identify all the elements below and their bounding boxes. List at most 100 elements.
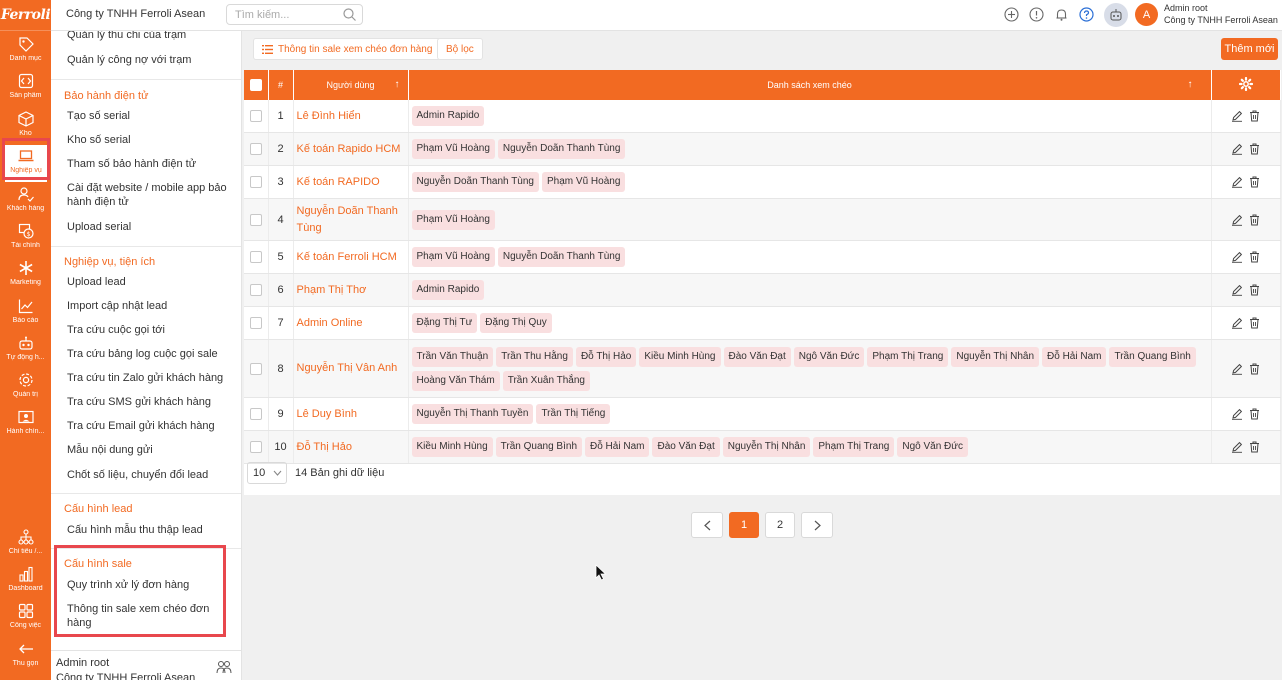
sidebar-item[interactable]: Upload lead bbox=[67, 275, 233, 289]
trash-icon[interactable] bbox=[1249, 284, 1260, 296]
list-header[interactable]: Danh sách xem chéo ↑ bbox=[408, 70, 1212, 100]
info-circle-icon[interactable] bbox=[1029, 7, 1044, 22]
row-user-name[interactable]: Nguyễn Thị Vân Anh bbox=[293, 339, 409, 398]
gear-icon[interactable] bbox=[1238, 76, 1253, 92]
add-new-button[interactable]: Thêm mới bbox=[1221, 38, 1278, 60]
row-checkbox[interactable] bbox=[249, 251, 262, 263]
brand-logo[interactable]: Ferroli bbox=[0, 0, 51, 31]
row-user-name[interactable]: Kế toán Rapido HCM bbox=[293, 132, 409, 166]
edit-icon[interactable] bbox=[1231, 214, 1243, 226]
assistant-robot-icon[interactable] bbox=[1104, 3, 1128, 27]
tab-cross-sale[interactable]: Thông tin sale xem chéo đơn hàng bbox=[253, 38, 442, 60]
edit-icon[interactable] bbox=[1231, 251, 1243, 263]
edit-icon[interactable] bbox=[1231, 317, 1243, 329]
sidebar-item[interactable]: Tra cứu cuộc gọi tới bbox=[67, 323, 233, 337]
edit-icon[interactable] bbox=[1231, 363, 1243, 375]
rail-item-sản-phẩm[interactable]: Sản phẩm bbox=[0, 70, 51, 107]
rail-item-khách-hàng[interactable]: Khách hàng bbox=[0, 183, 51, 220]
sidebar-item[interactable]: Upload serial bbox=[67, 220, 233, 234]
row-checkbox[interactable] bbox=[249, 441, 262, 453]
row-checkbox[interactable] bbox=[249, 317, 262, 329]
rail-item-hành-chín-[interactable]: Hành chín... bbox=[0, 406, 51, 443]
page-size-select[interactable]: 10 bbox=[247, 462, 287, 484]
edit-icon[interactable] bbox=[1231, 284, 1243, 296]
page-2-button[interactable]: 2 bbox=[765, 512, 795, 538]
sidebar-item[interactable]: Tra cứu Email gửi khách hàng bbox=[67, 419, 233, 433]
edit-icon[interactable] bbox=[1231, 110, 1243, 122]
trash-icon[interactable] bbox=[1249, 251, 1260, 263]
trash-icon[interactable] bbox=[1249, 214, 1260, 226]
trash-icon[interactable] bbox=[1249, 363, 1260, 375]
row-checkbox[interactable] bbox=[249, 110, 262, 122]
table-row[interactable]: 6 Phạm Thị Thơ Admin Rapido bbox=[244, 273, 1281, 307]
rail-item-quản-trị[interactable]: Quản trị bbox=[0, 369, 51, 406]
trash-icon[interactable] bbox=[1249, 176, 1260, 188]
bell-icon[interactable] bbox=[1054, 7, 1069, 22]
row-user-name[interactable]: Phạm Thị Thơ bbox=[293, 273, 409, 307]
row-checkbox[interactable] bbox=[249, 143, 262, 155]
rail-item-marketing[interactable]: Marketing bbox=[0, 257, 51, 294]
next-page-button[interactable] bbox=[801, 512, 833, 538]
table-row[interactable]: 4 Nguyễn Doãn Thanh Tùng Phạm Vũ Hoàng bbox=[244, 198, 1281, 241]
sidebar-item[interactable]: Tạo số serial bbox=[67, 109, 233, 123]
sidebar-item[interactable]: Tra cứu SMS gửi khách hàng bbox=[67, 395, 233, 409]
trash-icon[interactable] bbox=[1249, 441, 1260, 453]
row-checkbox[interactable] bbox=[249, 362, 262, 375]
row-user-name[interactable]: Nguyễn Doãn Thanh Tùng bbox=[293, 198, 409, 241]
search-icon[interactable] bbox=[343, 8, 356, 21]
prev-page-button[interactable] bbox=[691, 512, 723, 538]
rail-item-dashboard[interactable]: Dashboard bbox=[0, 563, 51, 600]
table-row[interactable]: 10 Đỗ Thị Hảo Kiều Minh Hùng Trần Quang Bìn… bbox=[244, 430, 1281, 464]
sidebar-item[interactable]: Tra cứu bảng log cuộc gọi sale bbox=[67, 347, 233, 361]
avatar[interactable]: A bbox=[1135, 3, 1158, 26]
filter-button[interactable]: Bộ lọc bbox=[437, 38, 483, 60]
row-user-name[interactable]: Kế toán RAPIDO bbox=[293, 165, 409, 199]
rail-item-báo-cáo[interactable]: Báo cáo bbox=[0, 295, 51, 332]
sidebar-item[interactable]: Quản lý công nợ với trạm bbox=[67, 53, 233, 67]
rail-item-thu-gọn[interactable]: Thu gọn bbox=[0, 638, 51, 675]
sidebar-item[interactable]: Cấu hình mẫu thu thập lead bbox=[67, 523, 233, 537]
sidebar-item[interactable]: Kho số serial bbox=[67, 133, 233, 147]
user-header[interactable]: Người dùng ↑ bbox=[293, 70, 409, 100]
row-checkbox[interactable] bbox=[249, 213, 262, 226]
row-checkbox[interactable] bbox=[249, 408, 262, 420]
sidebar-item[interactable]: Tham số bảo hành điện tử bbox=[67, 157, 233, 171]
table-row[interactable]: 2 Kế toán Rapido HCM Phạm Vũ Hoàng Nguyễn D… bbox=[244, 132, 1281, 166]
row-user-name[interactable]: Lê Duy Bình bbox=[293, 397, 409, 431]
edit-icon[interactable] bbox=[1231, 176, 1243, 188]
trash-icon[interactable] bbox=[1249, 110, 1260, 122]
sidebar-item[interactable]: Cài đặt website / mobile app bảo hành đi… bbox=[67, 181, 233, 209]
search-input[interactable] bbox=[227, 5, 337, 24]
sidebar-item[interactable]: Chốt số liệu, chuyển đổi lead bbox=[67, 468, 233, 482]
sidebar-item[interactable]: Tra cứu tin Zalo gửi khách hàng bbox=[67, 371, 233, 385]
sort-arrow-icon[interactable]: ↑ bbox=[395, 79, 400, 90]
user-name[interactable]: Admin root bbox=[1164, 3, 1208, 13]
sidebar-item[interactable]: Quản lý thu chi của trạm bbox=[67, 31, 233, 42]
rail-item-danh-mục[interactable]: Danh mục bbox=[0, 33, 51, 70]
row-checkbox[interactable] bbox=[249, 176, 262, 188]
sort-arrow-icon[interactable]: ↑ bbox=[1188, 79, 1193, 90]
table-row[interactable]: 9 Lê Duy Bình Nguyễn Thị Thanh Tuyền Trần T… bbox=[244, 397, 1281, 431]
row-user-name[interactable]: Đỗ Thị Hảo bbox=[293, 430, 409, 464]
table-row[interactable]: 7 Admin Online Đặng Thị Tư Đặng Thị Quy bbox=[244, 306, 1281, 340]
rail-item-tài-chính[interactable]: $ Tài chính bbox=[0, 220, 51, 257]
switch-user-icon[interactable] bbox=[216, 660, 232, 674]
table-row[interactable]: 3 Kế toán RAPIDO Nguyễn Doãn Thanh Tùng Phạ… bbox=[244, 165, 1281, 199]
trash-icon[interactable] bbox=[1249, 143, 1260, 155]
rail-item-công-việc[interactable]: Công việc bbox=[0, 600, 51, 637]
table-row[interactable]: 8 Nguyễn Thị Vân Anh Trần Văn Thuận Trần Th… bbox=[244, 339, 1281, 398]
edit-icon[interactable] bbox=[1231, 408, 1243, 420]
sidebar-item[interactable]: Import cập nhật lead bbox=[67, 299, 233, 313]
trash-icon[interactable] bbox=[1249, 317, 1260, 329]
trash-icon[interactable] bbox=[1249, 408, 1260, 420]
page-1-button[interactable]: 1 bbox=[729, 512, 759, 538]
rail-item-chỉ-tiêu-[interactable]: Chỉ tiêu /... bbox=[0, 526, 51, 563]
edit-icon[interactable] bbox=[1231, 143, 1243, 155]
select-all-checkbox[interactable] bbox=[249, 79, 262, 91]
sidebar-item[interactable]: Mẫu nội dung gửi bbox=[67, 443, 233, 457]
row-user-name[interactable]: Kế toán Ferroli HCM bbox=[293, 240, 409, 274]
plus-circle-icon[interactable] bbox=[1004, 7, 1019, 22]
table-row[interactable]: 1 Lê Đình Hiển Admin Rapido bbox=[244, 100, 1281, 133]
row-checkbox[interactable] bbox=[249, 284, 262, 296]
help-circle-icon[interactable] bbox=[1079, 7, 1094, 22]
